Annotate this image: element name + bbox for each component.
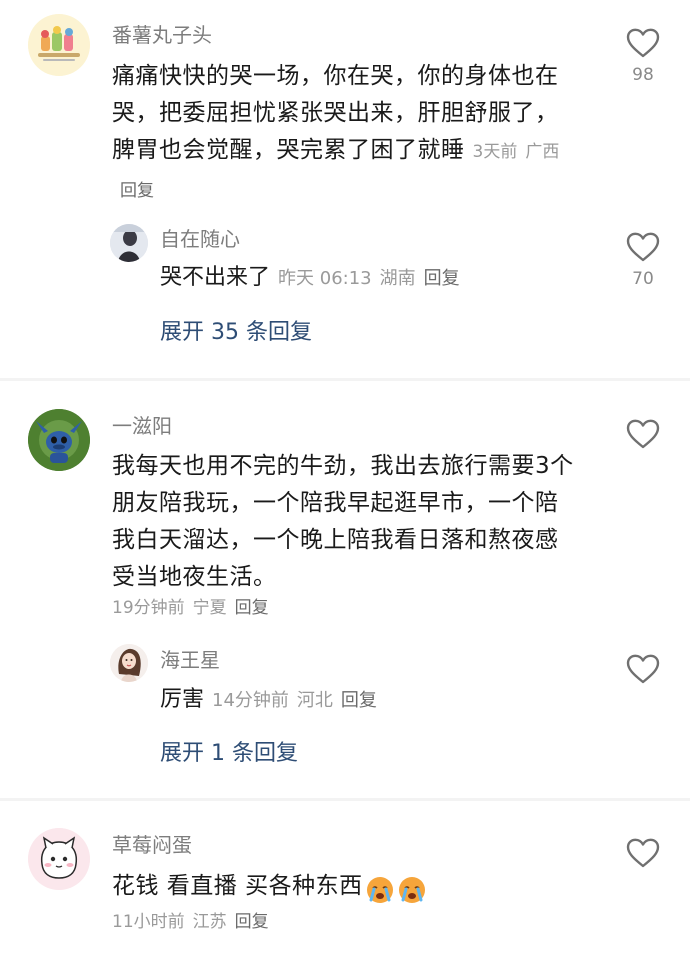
expand-replies-button[interactable]: 展开 1 条回复: [160, 739, 298, 769]
divider: [0, 378, 690, 381]
reply-text-content: 厉害: [160, 687, 205, 712]
heart-outline-icon: [626, 838, 660, 868]
like-button[interactable]: [618, 838, 668, 868]
comment-username[interactable]: 草莓闷蛋: [112, 832, 192, 858]
comment-meta: 19分钟前 宁夏 回复: [112, 596, 269, 620]
reply-text: 哭不出来了 昨天 06:13 湖南 回复: [160, 263, 460, 294]
divider: [0, 798, 690, 801]
like-count: 98: [632, 65, 654, 85]
reply-button[interactable]: 回复: [424, 268, 460, 289]
comment-username[interactable]: 番薯丸子头: [112, 22, 212, 48]
avatar-blue-alien-character[interactable]: [28, 409, 90, 471]
heart-outline-icon: [626, 419, 660, 449]
comment-text-content: 花钱 看直播 买各种东西: [112, 873, 363, 899]
reply-button[interactable]: 回复: [341, 690, 377, 711]
comment-time: 11小时前: [112, 912, 185, 932]
crying-face-emoji: [398, 877, 425, 903]
comment-text: 我每天也用不完的牛劲，我出去旅行需要3个朋友陪我玩，一个陪我早起逛早市，一个陪我…: [112, 453, 574, 590]
comment-username[interactable]: 一滋阳: [112, 413, 172, 439]
comment-text: 痛痛快快的哭一场，你在哭，你的身体也在哭，把委屈担忧紧张哭出来，肝胆舒服了，脾胃…: [112, 58, 574, 210]
reply-username[interactable]: 海王星: [160, 647, 220, 673]
like-button[interactable]: [618, 419, 668, 449]
reply-time: 昨天 06:13: [278, 268, 372, 289]
comment-location: 江苏: [192, 912, 227, 932]
comment-time: 3天前: [472, 142, 518, 162]
reply-text: 厉害 14分钟前 河北 回复: [160, 685, 377, 716]
reply-location: 湖南: [379, 268, 416, 289]
comment-text: 花钱 看直播 买各种东西: [112, 868, 574, 911]
expand-replies-button[interactable]: 展开 35 条回复: [160, 318, 312, 348]
comment-location: 广西: [525, 142, 560, 162]
like-button[interactable]: 70: [618, 232, 668, 290]
like-count: 70: [632, 269, 654, 289]
crying-face-emoji: [366, 877, 393, 903]
reply-button[interactable]: 回复: [235, 598, 269, 618]
avatar-girl-illustration[interactable]: [110, 644, 148, 682]
heart-outline-icon: [626, 232, 660, 262]
reply-time: 14分钟前: [212, 690, 289, 711]
reply-button[interactable]: 回复: [235, 912, 269, 932]
reply-button[interactable]: 回复: [120, 181, 154, 201]
reply-username[interactable]: 自在随心: [160, 226, 240, 252]
emoji-group: [365, 874, 427, 911]
comment-meta: 11小时前 江苏 回复: [112, 910, 269, 934]
reply-location: 河北: [296, 690, 333, 711]
comment-location: 宁夏: [192, 598, 227, 618]
comment-time: 19分钟前: [112, 598, 185, 618]
avatar-dark-figure[interactable]: [110, 224, 148, 262]
reply-text-content: 哭不出来了: [160, 265, 271, 290]
avatar-ice-cream-logo[interactable]: [28, 14, 90, 76]
heart-outline-icon: [626, 654, 660, 684]
heart-outline-icon: [626, 28, 660, 58]
like-button[interactable]: 98: [618, 28, 668, 86]
like-button[interactable]: [618, 654, 668, 684]
avatar-white-cat-illustration[interactable]: [28, 828, 90, 890]
